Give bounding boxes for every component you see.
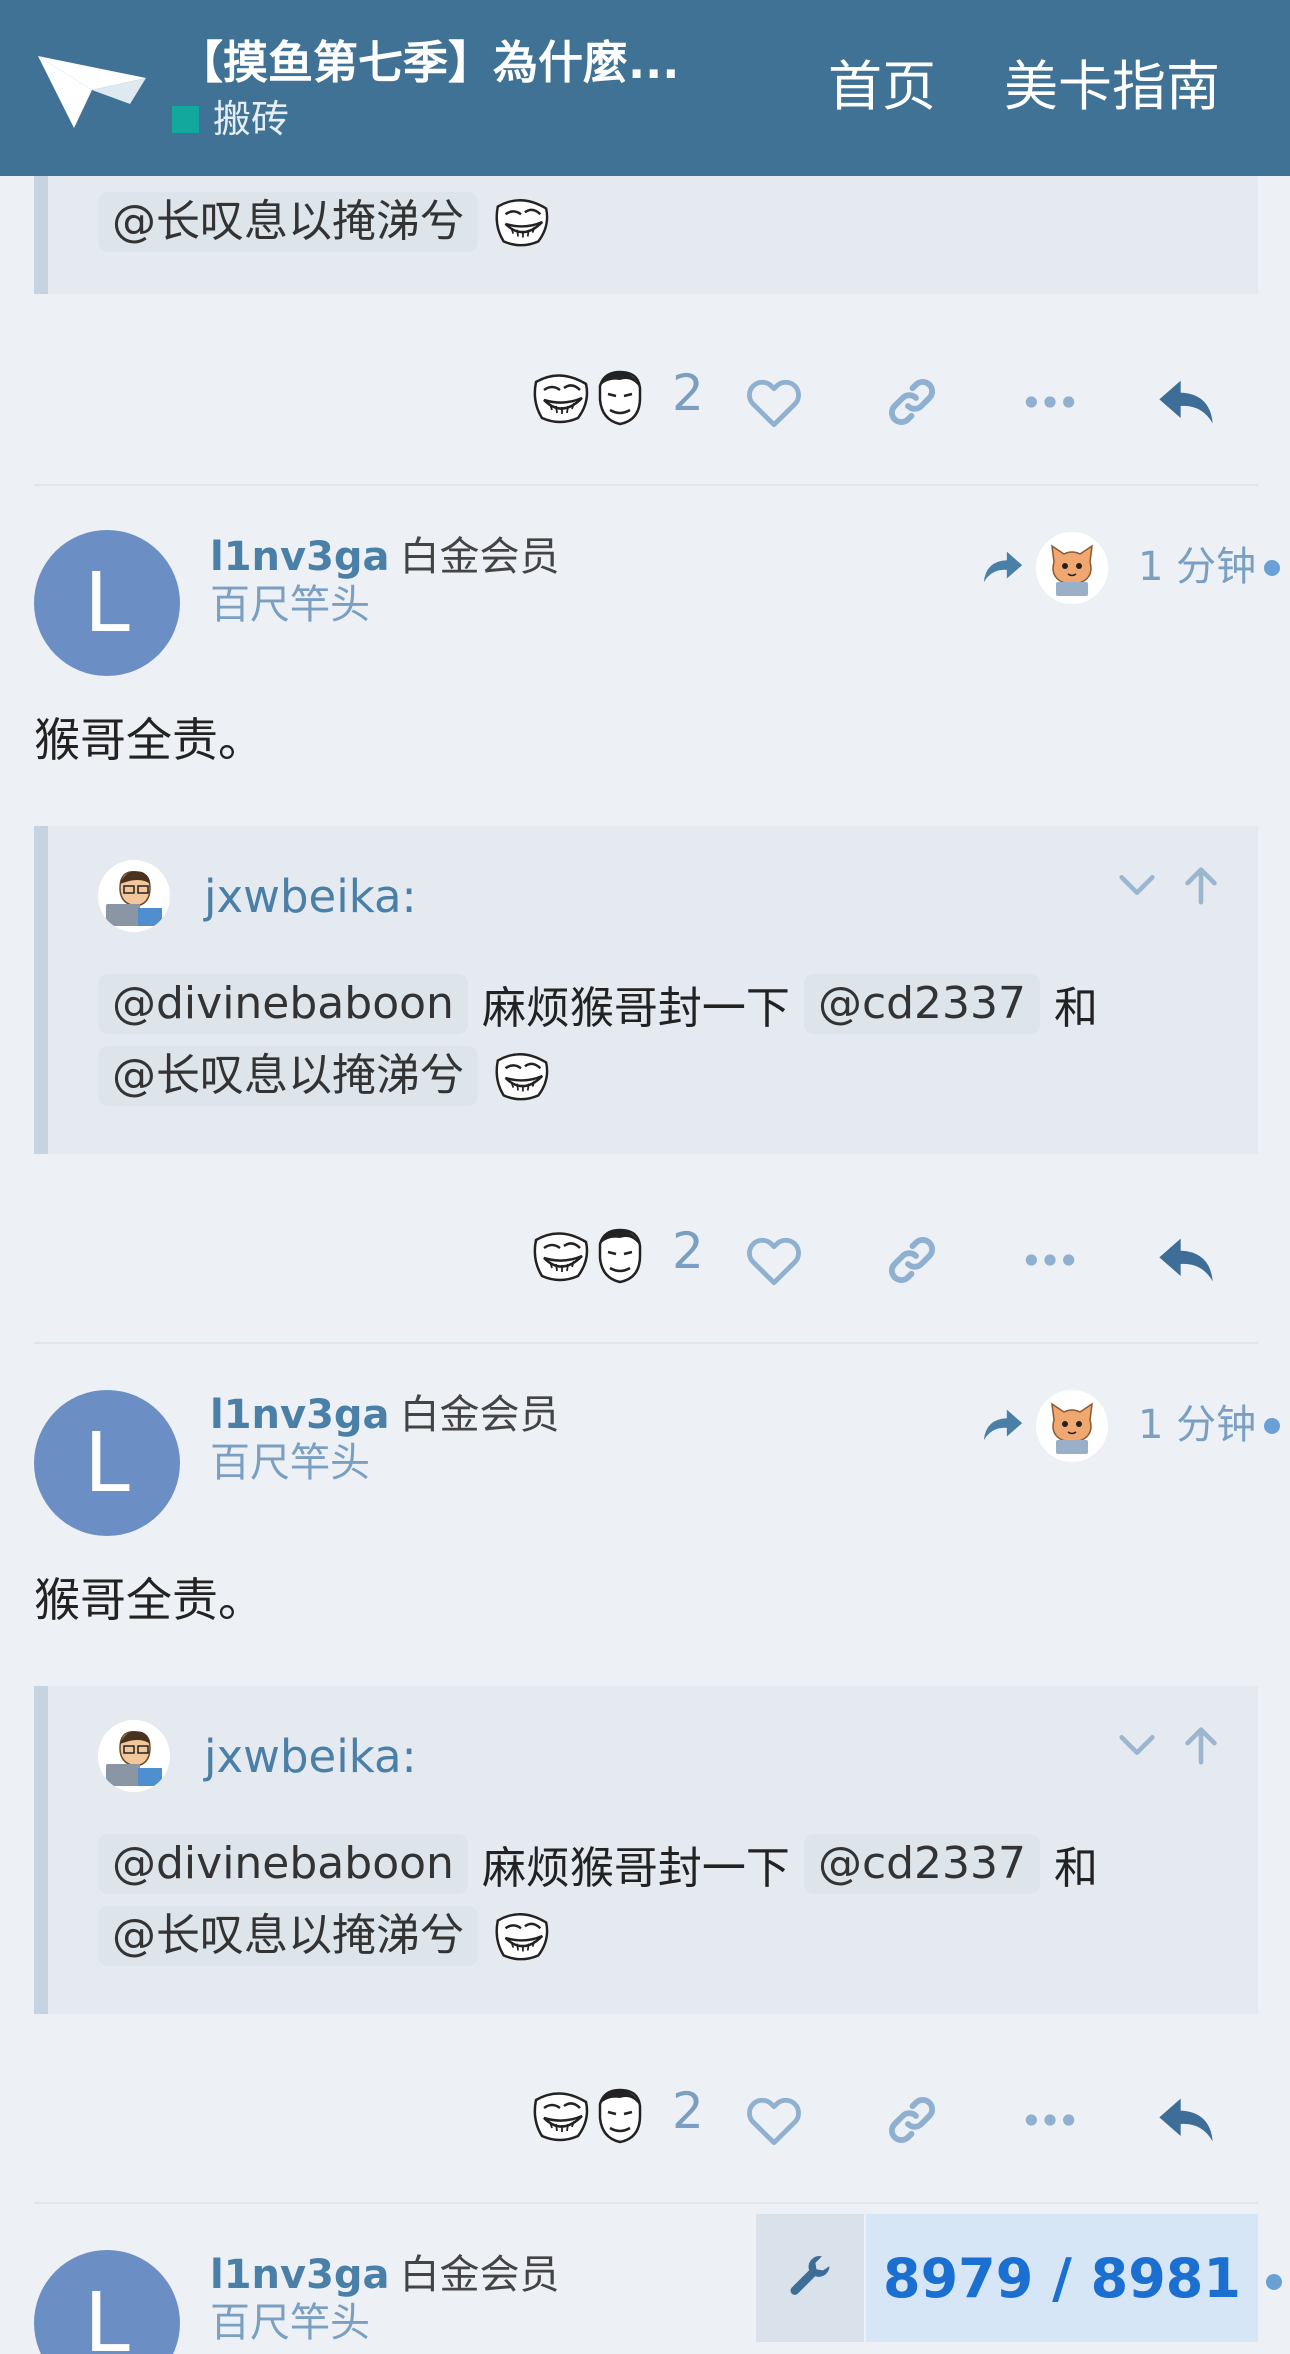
post-timestamp[interactable]: 1 分钟 [1138,542,1256,592]
quote-text: 和 [1054,983,1099,1034]
mention-link[interactable]: @cd2337 [803,1834,1041,1894]
arrow-up-icon[interactable] [1178,862,1224,908]
share-arrow-icon[interactable] [980,1402,1026,1448]
unread-dot [1266,2274,1282,2290]
username-link[interactable]: l1nv3ga [210,534,390,580]
avatar[interactable]: L [34,530,180,676]
nav-guide-link[interactable]: 美卡指南 [1004,52,1220,122]
arrow-up-icon[interactable] [1178,1722,1224,1768]
link-icon[interactable] [880,1228,944,1292]
post-text: 猴哥全责。 [34,713,264,767]
quote-text: 麻烦猴哥封一下 [481,1843,790,1894]
mention-link[interactable]: @divinebaboon [98,974,468,1034]
troll-face-emoji [492,1050,550,1102]
post-actions: 2 [0,1214,1290,1304]
post-divider [34,2202,1258,2204]
category-badge[interactable]: 搬砖 [172,94,289,144]
quote-block: jxwbeika: @divinebaboon 麻烦猴哥封一下 @cd2337 … [34,1686,1258,2014]
user-flair: 百尺竿头 [210,582,370,628]
yao-ming-reaction-icon[interactable] [590,2086,650,2146]
yao-ming-reaction-icon[interactable] [590,1226,650,1286]
quoted-user-avatar[interactable] [98,1720,170,1792]
link-icon[interactable] [880,2088,944,2152]
unread-dot [1264,1418,1280,1434]
ellipsis-icon[interactable] [1018,370,1082,434]
chevron-down-icon[interactable] [1114,1722,1160,1768]
quoted-user-avatar[interactable] [98,860,170,932]
mention-link[interactable]: @长叹息以掩涕兮 [98,192,478,252]
user-title: 白金会员 [399,2252,560,2298]
nav-home-link[interactable]: 首页 [828,52,936,122]
yao-ming-reaction-icon[interactable] [590,368,650,428]
poster-info: l1nv3ga 白金会员 [210,1390,560,1440]
reply-icon[interactable] [1154,370,1218,434]
post-timestamp[interactable]: 1 分钟 [1138,1400,1256,1450]
quote-header: jxwbeika: [98,1716,417,1796]
user-title: 白金会员 [399,1392,560,1438]
quoted-username[interactable]: jxwbeika: [204,1730,417,1783]
troll-face-emoji [492,196,550,248]
heart-icon[interactable] [742,2088,806,2152]
share-arrow-icon[interactable] [980,544,1026,590]
reply-to-avatar[interactable] [1036,1390,1108,1462]
troll-face-reaction-icon[interactable] [530,368,590,428]
admin-wrench-button[interactable] [756,2214,864,2342]
troll-face-reaction-icon[interactable] [530,2086,590,2146]
mention-link[interactable]: @长叹息以掩涕兮 [98,1906,478,1966]
mention-link[interactable]: @长叹息以掩涕兮 [98,1046,478,1106]
avatar[interactable]: L [34,2250,180,2354]
category-name: 搬砖 [213,97,290,141]
troll-face-reaction-icon[interactable] [530,1226,590,1286]
quote-header: jxwbeika: [98,856,417,936]
topic-title[interactable]: 【摸鱼第七季】為什麼... [178,34,718,92]
heart-icon[interactable] [742,370,806,434]
quote-block: jxwbeika: @divinebaboon 麻烦猴哥封一下 @cd2337 … [34,826,1258,1154]
poster-info: l1nv3ga 白金会员 [210,2250,560,2300]
heart-icon[interactable] [742,1228,806,1292]
avatar[interactable]: L [34,1390,180,1536]
wrench-icon [790,2256,830,2295]
user-flair: 百尺竿头 [210,2300,370,2346]
reply-to-avatar[interactable] [1036,532,1108,604]
post-divider [34,484,1258,486]
mention-link[interactable]: @cd2337 [803,974,1041,1034]
quote-text: 麻烦猴哥封一下 [481,983,790,1034]
troll-face-emoji [492,1910,550,1962]
reply-icon[interactable] [1154,2088,1218,2152]
ellipsis-icon[interactable] [1018,2088,1082,2152]
user-title: 白金会员 [399,534,560,580]
user-flair: 百尺竿头 [210,1440,370,1486]
quoted-username[interactable]: jxwbeika: [204,870,417,923]
chevron-down-icon[interactable] [1114,862,1160,908]
post-divider [34,1342,1258,1344]
category-color-swatch [172,105,199,133]
reply-icon[interactable] [1154,1228,1218,1292]
unread-dot [1264,560,1280,576]
reaction-count[interactable]: 2 [672,1222,704,1280]
reaction-count[interactable]: 2 [672,364,704,422]
username-link[interactable]: l1nv3ga [210,2252,390,2298]
topic-progress[interactable]: 8979 / 8981 [866,2214,1258,2342]
quote-text: 和 [1054,1843,1099,1894]
username-link[interactable]: l1nv3ga [210,1392,390,1438]
link-icon[interactable] [880,370,944,434]
mention-link[interactable]: @divinebaboon [98,1834,468,1894]
post-actions: 2 [0,2074,1290,2164]
reaction-count[interactable]: 2 [672,2082,704,2140]
topic-header: 【摸鱼第七季】為什麼... 搬砖 首页 美卡指南 [0,0,1290,176]
poster-info: l1nv3ga 白金会员 [210,532,560,582]
paper-plane-logo[interactable] [34,48,150,132]
ellipsis-icon[interactable] [1018,1228,1082,1292]
post-text: 猴哥全责。 [34,1573,264,1627]
post-actions: 2 [0,356,1290,446]
